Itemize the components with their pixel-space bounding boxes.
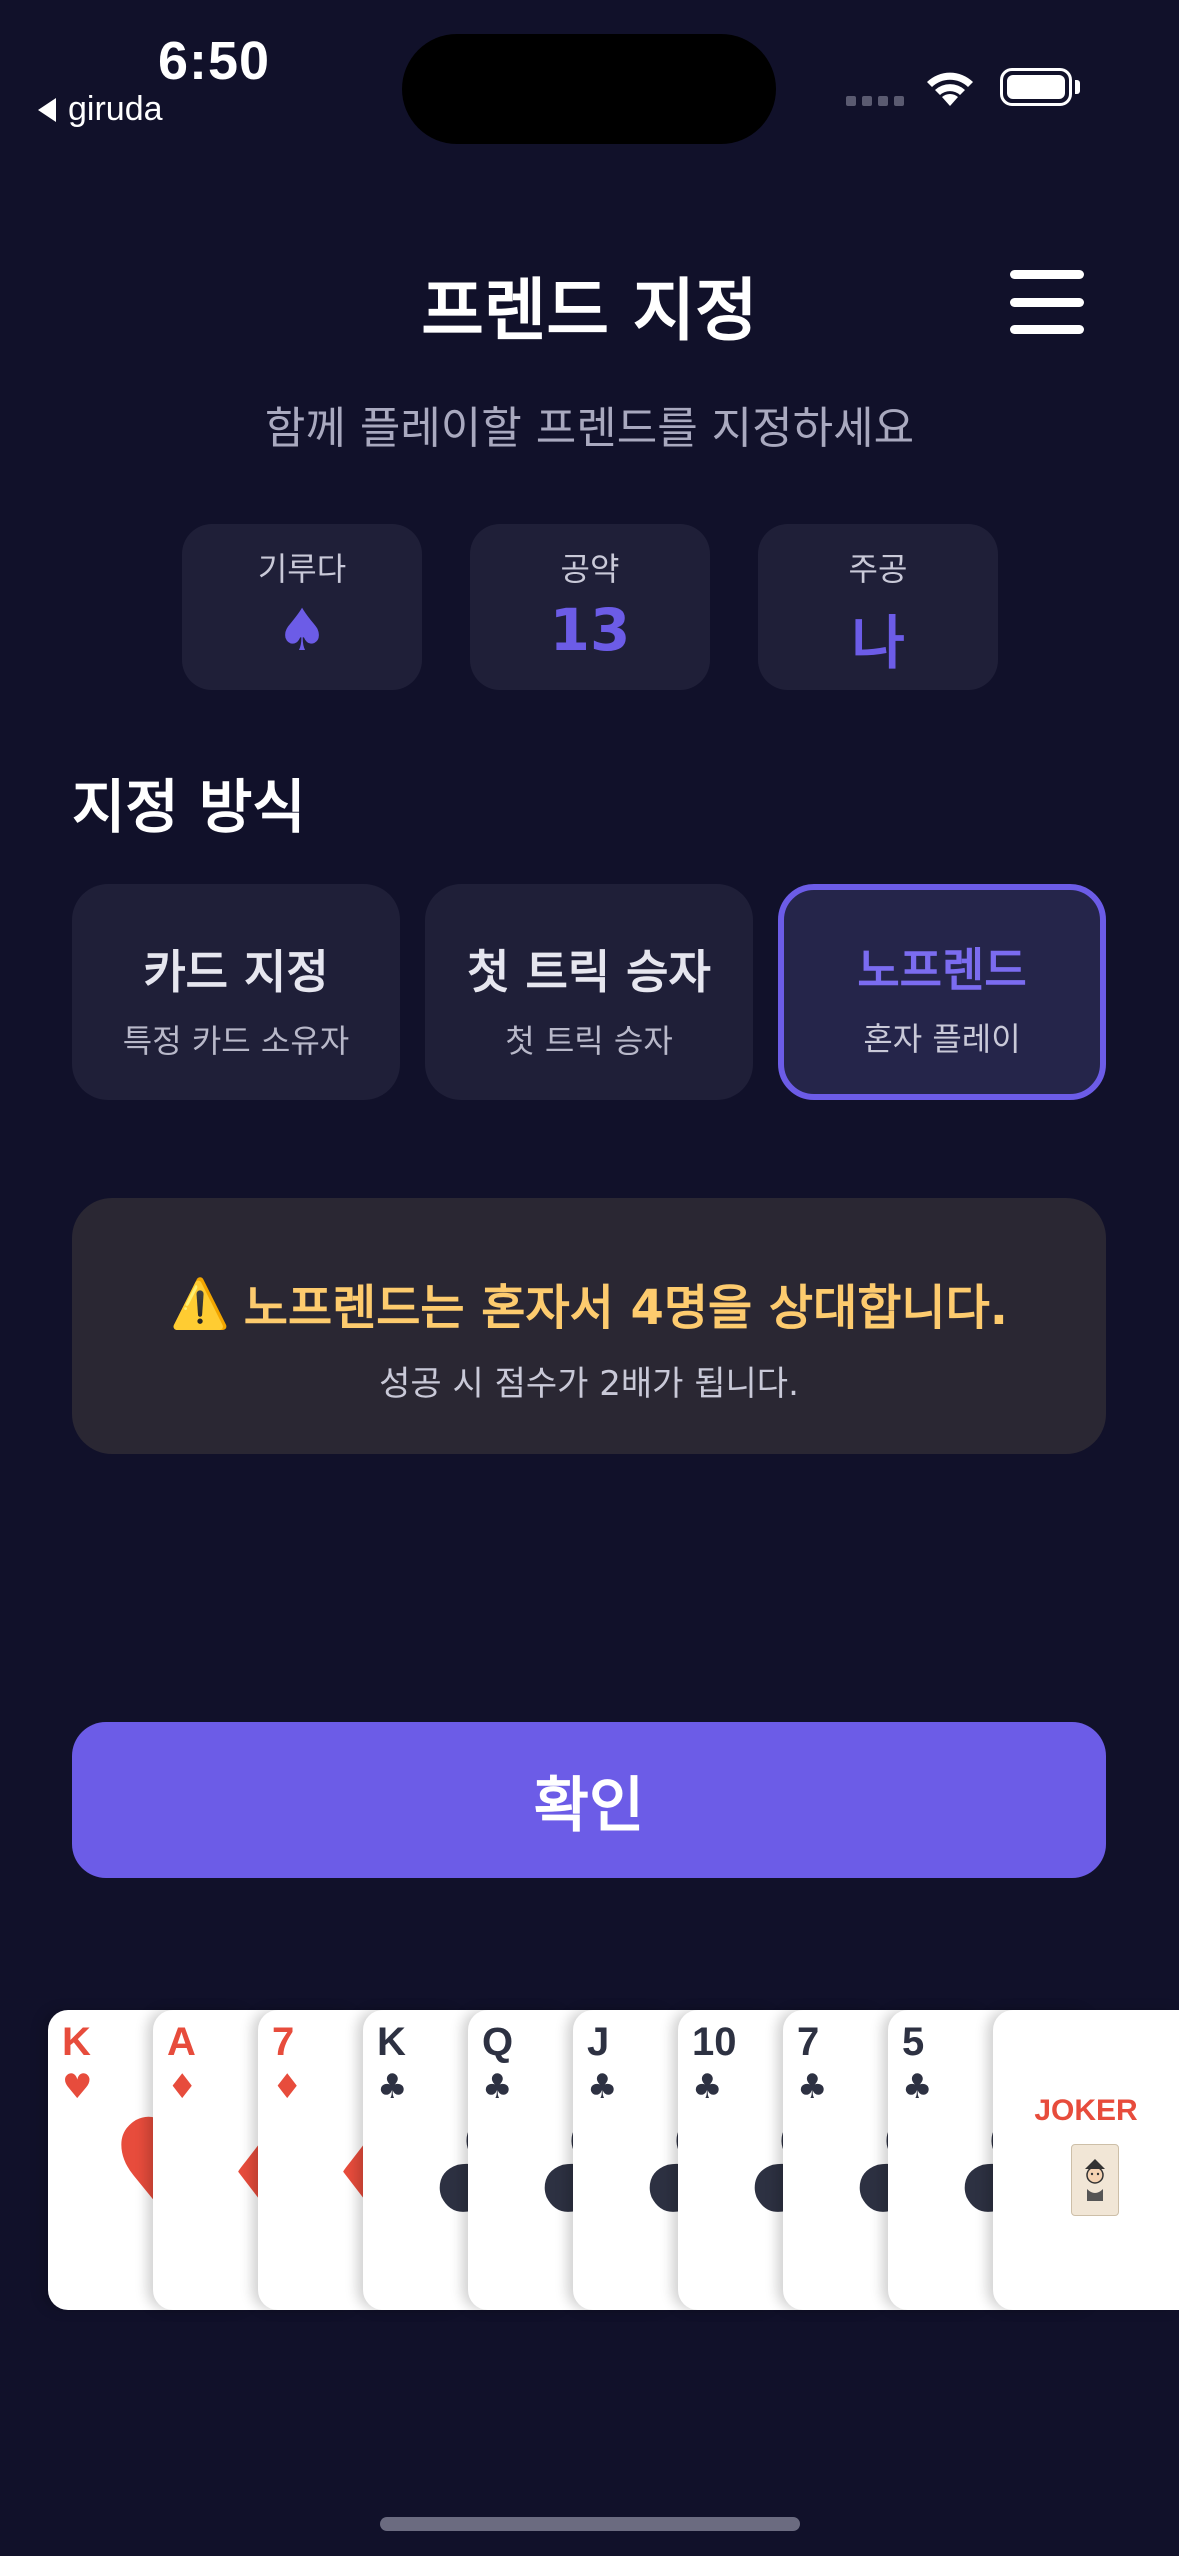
info-label-bid: 공약 [560,550,620,588]
diamond-icon: ♦ [272,2067,303,2107]
mode-no-friend-button[interactable]: 노프렌드 혼자 플레이 [778,884,1106,1100]
club-icon: ♣ [797,2067,828,2107]
mode-subtitle: 혼자 플레이 [863,1020,1021,1058]
menu-icon[interactable] [1010,270,1084,334]
back-arrow-icon [38,97,56,122]
club-icon: ♣ [377,2067,408,2107]
diamond-icon: ♦ [167,2067,198,2107]
club-icon: ♣ [902,2067,933,2107]
back-to-app-button[interactable]: giruda [38,90,163,129]
cellular-signal-icon [846,96,904,106]
back-app-label: giruda [68,90,163,128]
card-rank: 7 [797,2020,820,2064]
card-rank: A [167,2020,196,2064]
card-rank: 5 [902,2020,925,2064]
club-icon: ♣ [482,2067,513,2107]
mode-subtitle: 특정 카드 소유자 [122,1022,350,1060]
joker-card[interactable]: JOKER [993,2010,1179,2310]
mode-subtitle: 첫 트릭 승자 [505,1022,673,1060]
card-rank: K [377,2020,406,2064]
card-rank: J [587,2020,610,2064]
mode-title: 카드 지정 [143,945,329,999]
club-icon: ♣ [692,2067,723,2107]
dynamic-island [402,34,776,144]
warning-detail: 성공 시 점수가 2배가 됩니다. [379,1364,799,1404]
club-icon: ♣ [587,2067,618,2107]
info-card-giruda: 기루다 ♠ [182,524,422,690]
info-card-bid: 공약 13 [470,524,710,690]
mode-title: 첫 트릭 승자 [467,945,711,999]
section-title: 지정 방식 [72,773,306,841]
heart-icon: ♥ [62,2067,93,2107]
warning-box: ⚠️ 노프렌드는 혼자서 4명을 상대합니다. 성공 시 점수가 2배가 됩니다… [72,1198,1106,1454]
player-hand: K ♥ ♥ A ♦ ♦ 7 ♦ ♦ K ♣ ♣ Q ♣ ♣ J ♣ ♣ [0,2010,1179,2310]
confirm-button[interactable]: 확인 [72,1722,1106,1878]
warning-message-row: ⚠️ 노프렌드는 혼자서 4명을 상대합니다. [72,1268,1106,1338]
battery-icon [1000,68,1072,106]
card-rank: Q [482,2020,514,2064]
warning-message: 노프렌드는 혼자서 4명을 상대합니다. [243,1280,1008,1336]
info-card-declarer: 주공 나 [758,524,998,690]
screen: 6:50 giruda 프렌드 지정 함께 플레이할 프렌드를 지정하세요 기루… [0,0,1179,2556]
info-value-bid: 13 [549,596,631,664]
page-subtitle: 함께 플레이할 프렌드를 지정하세요 [264,403,915,454]
card-rank: K [62,2020,91,2064]
card-rank: 10 [692,2020,737,2064]
jester-icon [1071,2144,1119,2216]
mode-card-designation-button[interactable]: 카드 지정 특정 카드 소유자 [72,884,400,1100]
home-indicator[interactable] [380,2517,800,2531]
info-value-declarer: 나 [851,609,905,677]
page-title: 프렌드 지정 [421,272,758,351]
wifi-icon [927,72,973,106]
info-label-declarer: 주공 [848,550,908,588]
spade-icon: ♠ [276,596,328,664]
mode-first-trick-button[interactable]: 첫 트릭 승자 첫 트릭 승자 [425,884,753,1100]
info-label-giruda: 기루다 [257,550,347,588]
card-rank: 7 [272,2020,295,2064]
joker-label: JOKER [1034,2094,1138,2127]
battery-cap [1075,80,1080,94]
status-time: 6:50 [158,31,271,91]
mode-title: 노프렌드 [857,943,1027,997]
warning-icon: ⚠️ [170,1275,230,1332]
